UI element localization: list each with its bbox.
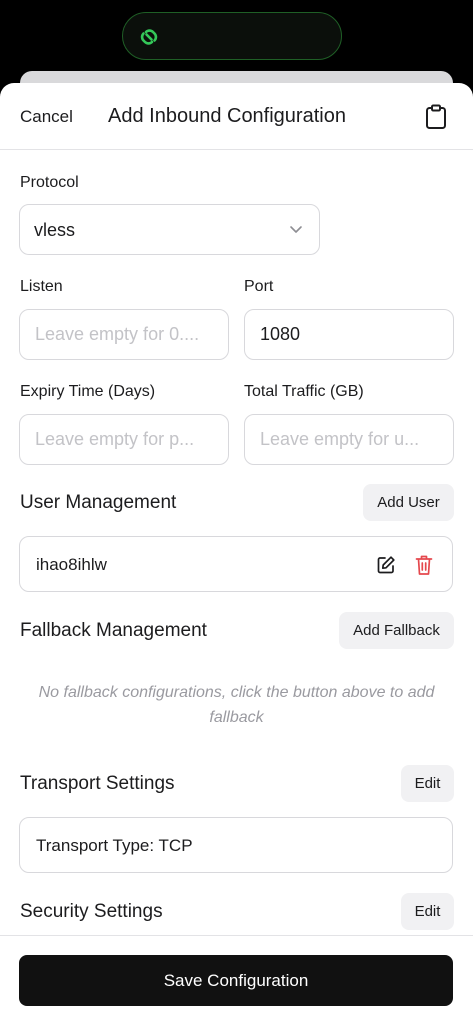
edit-icon[interactable] <box>376 555 396 575</box>
protocol-value: vless <box>34 220 76 240</box>
user-card: ihao8ihlw <box>19 536 453 592</box>
fallback-management-title: Fallback Management <box>20 620 207 641</box>
chevron-down-icon <box>290 226 302 233</box>
clipboard-icon[interactable] <box>424 104 448 130</box>
page-title: Add Inbound Configuration <box>108 105 346 127</box>
link-icon <box>140 29 158 45</box>
config-sheet: Cancel Add Inbound Configuration Protoco… <box>0 83 473 1024</box>
dynamic-island <box>122 12 342 60</box>
listen-input[interactable] <box>19 309 229 360</box>
user-name: ihao8ihlw <box>36 555 107 574</box>
expiry-input[interactable] <box>19 414 229 465</box>
footer-bar: Save Configuration <box>0 935 473 1024</box>
trash-icon[interactable] <box>415 554 433 576</box>
add-user-button[interactable]: Add User <box>363 484 454 521</box>
transport-summary: Transport Type: TCP <box>36 836 193 855</box>
user-management-title: User Management <box>20 492 177 513</box>
transport-settings-title: Transport Settings <box>20 773 175 794</box>
security-edit-button[interactable]: Edit <box>401 893 454 930</box>
save-configuration-button[interactable]: Save Configuration <box>19 955 453 1006</box>
traffic-input[interactable] <box>244 414 454 465</box>
transport-edit-button[interactable]: Edit <box>401 765 454 802</box>
transport-card: Transport Type: TCP <box>19 817 453 873</box>
port-label: Port <box>244 278 274 295</box>
nav-bar: Cancel Add Inbound Configuration <box>0 83 473 150</box>
add-fallback-button[interactable]: Add Fallback <box>339 612 454 649</box>
port-input[interactable] <box>244 309 454 360</box>
protocol-select[interactable]: vless <box>19 204 320 255</box>
protocol-label: Protocol <box>20 174 79 191</box>
traffic-label: Total Traffic (GB) <box>244 383 364 400</box>
listen-label: Listen <box>20 278 63 295</box>
cancel-button[interactable]: Cancel <box>20 107 73 127</box>
fallback-empty-message: No fallback configurations, click the bu… <box>38 684 435 726</box>
expiry-label: Expiry Time (Days) <box>20 383 156 400</box>
security-settings-title: Security Settings <box>20 901 163 922</box>
